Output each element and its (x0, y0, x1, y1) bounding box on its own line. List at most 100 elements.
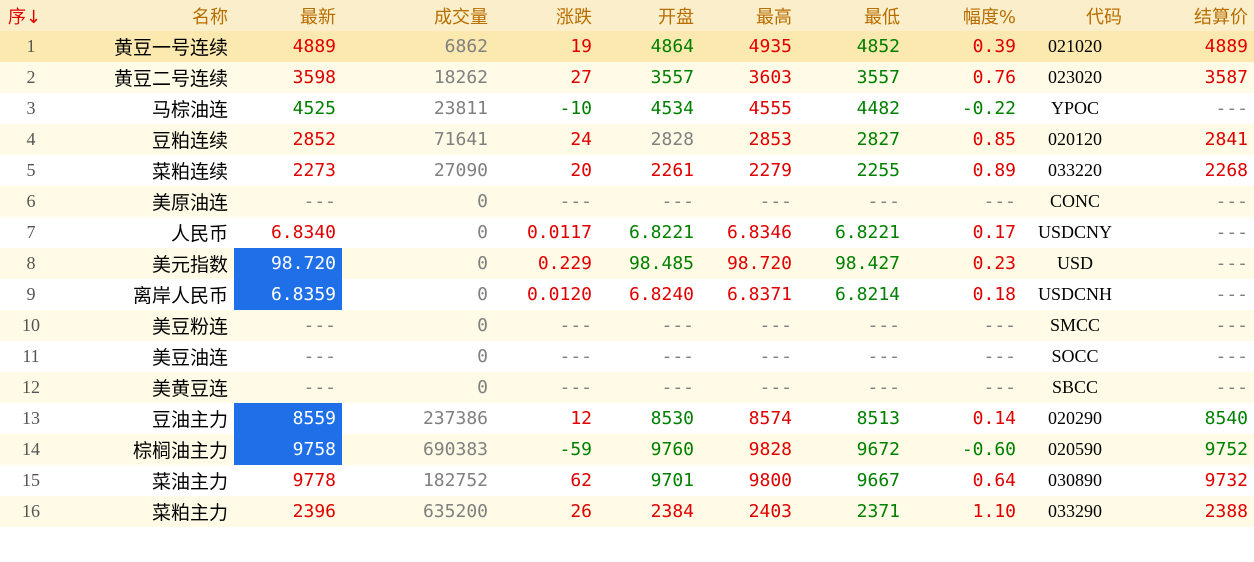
row-volume: 0 (477, 253, 488, 274)
row-high: 98.720 (726, 253, 792, 274)
row-high: 9828 (748, 439, 792, 460)
row-volume: 182752 (422, 470, 488, 491)
row-high: --- (759, 377, 792, 398)
row-low: 2255 (856, 160, 900, 181)
row-open: 6.8240 (628, 284, 694, 305)
row-pct: 0.18 (972, 284, 1016, 305)
header-row: 序↓ 名称 最新 成交量 涨跌 开盘 最高 最低 幅度% 代码 结算价 (0, 0, 1254, 31)
row-seq: 10 (22, 315, 40, 335)
table-row[interactable]: 11 美豆油连 --- 0 --- --- --- --- --- SOCC -… (0, 341, 1254, 372)
row-last: 8559 (234, 403, 342, 434)
table-row[interactable]: 14 棕榈油主力 9758 690383 -59 9760 9828 9672 … (0, 434, 1254, 465)
table-row[interactable]: 16 菜粕主力 2396 635200 26 2384 2403 2371 1.… (0, 496, 1254, 527)
row-settle: --- (1215, 346, 1248, 367)
row-low: 6.8214 (834, 284, 900, 305)
row-last: 98.720 (234, 248, 342, 279)
row-change: 20 (570, 160, 592, 181)
row-change: -10 (559, 98, 592, 119)
row-low: 8513 (856, 408, 900, 429)
row-settle: --- (1215, 377, 1248, 398)
row-change: 62 (570, 470, 592, 491)
row-open: 4864 (650, 36, 694, 57)
row-seq: 6 (26, 191, 36, 211)
row-seq: 16 (22, 501, 40, 521)
table-row[interactable]: 6 美原油连 --- 0 --- --- --- --- --- CONC --… (0, 186, 1254, 217)
row-pct: 0.17 (972, 222, 1016, 243)
row-name: 马棕油连 (151, 99, 228, 121)
table-row[interactable]: 2 黄豆二号连续 3598 18262 27 3557 3603 3557 0.… (0, 62, 1254, 93)
col-header-settle[interactable]: 结算价 (1128, 0, 1254, 31)
row-settle: --- (1215, 191, 1248, 212)
table-row[interactable]: 1 黄豆一号连续 4889 6862 19 4864 4935 4852 0.3… (0, 31, 1254, 62)
row-low: 4852 (856, 36, 900, 57)
row-high: 2403 (748, 501, 792, 522)
row-code: 020120 (1048, 129, 1102, 149)
row-pct: 1.10 (972, 501, 1016, 522)
row-last: 6.8340 (270, 222, 336, 243)
table-row[interactable]: 8 美元指数 98.720 0 0.229 98.485 98.720 98.4… (0, 248, 1254, 279)
row-seq: 5 (26, 160, 36, 180)
row-pct: 0.85 (972, 129, 1016, 150)
row-high: 2279 (748, 160, 792, 181)
col-header-volume[interactable]: 成交量 (342, 0, 494, 31)
row-open: 2384 (650, 501, 694, 522)
table-row[interactable]: 5 菜粕连续 2273 27090 20 2261 2279 2255 0.89… (0, 155, 1254, 186)
row-name: 美原油连 (151, 192, 228, 214)
col-header-change[interactable]: 涨跌 (494, 0, 598, 31)
row-last-highlighted: 9758 (234, 434, 342, 465)
table-row[interactable]: 15 菜油主力 9778 182752 62 9701 9800 9667 0.… (0, 465, 1254, 496)
table-row[interactable]: 7 人民币 6.8340 0 0.0117 6.8221 6.8346 6.82… (0, 217, 1254, 248)
row-low: 9667 (856, 470, 900, 491)
col-header-pct[interactable]: 幅度% (906, 0, 1022, 31)
row-low: --- (867, 346, 900, 367)
row-settle: --- (1215, 315, 1248, 336)
row-open: 6.8221 (628, 222, 694, 243)
table-row[interactable]: 3 马棕油连 4525 23811 -10 4534 4555 4482 -0.… (0, 93, 1254, 124)
row-high: 4555 (748, 98, 792, 119)
row-pct: 0.76 (972, 67, 1016, 88)
row-open: 2261 (650, 160, 694, 181)
row-last: 9758 (234, 434, 342, 465)
col-header-last[interactable]: 最新 (234, 0, 342, 31)
row-name: 美豆粉连 (151, 316, 228, 338)
row-volume: 27090 (433, 160, 488, 181)
row-last: 2273 (292, 160, 336, 181)
table-row[interactable]: 10 美豆粉连 --- 0 --- --- --- --- --- SMCC -… (0, 310, 1254, 341)
col-header-open[interactable]: 开盘 (598, 0, 700, 31)
table-row[interactable]: 12 美黄豆连 --- 0 --- --- --- --- --- SBCC -… (0, 372, 1254, 403)
row-high: 6.8371 (726, 284, 792, 305)
row-pct: -0.60 (961, 439, 1016, 460)
row-last-highlighted: 8559 (234, 403, 342, 434)
table-row[interactable]: 4 豆粕连续 2852 71641 24 2828 2853 2827 0.85… (0, 124, 1254, 155)
row-seq: 15 (22, 470, 40, 490)
col-header-high[interactable]: 最高 (700, 0, 798, 31)
row-code: 033220 (1048, 160, 1102, 180)
table-row[interactable]: 13 豆油主力 8559 237386 12 8530 8574 8513 0.… (0, 403, 1254, 434)
row-last: --- (303, 191, 336, 212)
row-code: YPOC (1050, 98, 1099, 118)
row-pct: --- (983, 191, 1016, 212)
col-header-seq[interactable]: 序↓ (0, 0, 62, 31)
row-seq: 1 (26, 36, 36, 56)
row-seq: 11 (22, 346, 40, 366)
row-seq: 12 (22, 377, 40, 397)
col-header-code[interactable]: 代码 (1022, 0, 1128, 31)
row-low: 4482 (856, 98, 900, 119)
row-open: 9760 (650, 439, 694, 460)
row-pct: 0.23 (972, 253, 1016, 274)
row-code: SBCC (1051, 377, 1099, 397)
row-name: 黄豆二号连续 (113, 68, 228, 90)
row-low: 2371 (856, 501, 900, 522)
col-header-name[interactable]: 名称 (62, 0, 234, 31)
row-seq: 2 (26, 67, 36, 87)
row-settle: --- (1215, 284, 1248, 305)
quote-table: 序↓ 名称 最新 成交量 涨跌 开盘 最高 最低 幅度% 代码 结算价 1 黄豆… (0, 0, 1254, 527)
col-header-low[interactable]: 最低 (798, 0, 906, 31)
row-low: 6.8221 (834, 222, 900, 243)
row-change: 0.0120 (526, 284, 592, 305)
table-row[interactable]: 9 离岸人民币 6.8359 0 0.0120 6.8240 6.8371 6.… (0, 279, 1254, 310)
row-volume: 690383 (422, 439, 488, 460)
row-volume: 0 (477, 315, 488, 336)
row-open: --- (661, 191, 694, 212)
row-code: USDCNH (1037, 284, 1112, 304)
